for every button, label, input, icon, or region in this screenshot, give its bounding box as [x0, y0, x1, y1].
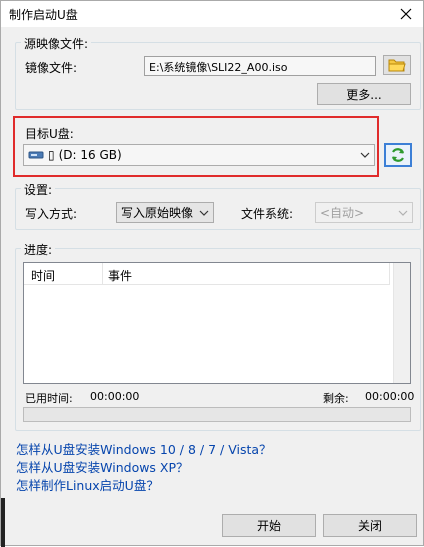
close-icon	[400, 8, 412, 20]
drive-prefix: ▯	[48, 148, 55, 162]
usb-drive-icon	[28, 151, 44, 159]
file-system-select[interactable]: <自动>	[315, 202, 413, 223]
start-button[interactable]: 开始	[222, 514, 316, 537]
image-path-field[interactable]: E:\系统镜像\SLI22_A00.iso	[144, 56, 376, 76]
image-file-label: 镜像文件:	[25, 61, 78, 75]
column-divider[interactable]	[102, 263, 103, 285]
write-mode-select[interactable]: 写入原始映像	[116, 202, 214, 223]
more-button[interactable]: 更多...	[317, 83, 411, 105]
file-system-value: <自动>	[320, 206, 365, 220]
refresh-drives-button[interactable]	[384, 143, 412, 167]
event-log-list[interactable]: 时间 事件	[23, 262, 411, 384]
chevron-down-icon	[199, 210, 209, 216]
target-drive-value: (D: 16 GB)	[58, 148, 122, 162]
window-title: 制作启动U盘	[9, 8, 78, 22]
write-mode-value: 写入原始映像	[121, 206, 194, 220]
dialog-window: 制作启动U盘 源映像文件: 镜像文件: E:\系统镜像\SLI22_A00.is…	[0, 0, 424, 547]
source-image-group-label: 源映像文件:	[21, 35, 92, 52]
browse-image-button[interactable]	[383, 55, 411, 75]
refresh-icon	[391, 148, 405, 162]
help-link-linux-usb[interactable]: 怎样制作Linux启动U盘？	[16, 475, 159, 494]
column-event[interactable]: 事件	[108, 267, 132, 284]
folder-icon	[388, 59, 406, 72]
column-time[interactable]: 时间	[31, 267, 55, 284]
help-link-install-win10[interactable]: 怎样从U盘安装Windows 10 / 8 / 7 / Vista？	[16, 439, 272, 458]
remaining-time-label: 剩余:	[323, 392, 349, 405]
event-log-header: 时间 事件	[24, 263, 390, 285]
elapsed-time-label: 已用时间:	[25, 392, 73, 405]
close-button[interactable]: 关闭	[323, 514, 417, 537]
write-mode-label: 写入方式:	[25, 207, 78, 221]
progress-bar	[23, 407, 411, 422]
background-edge	[1, 498, 5, 547]
remaining-time-value: 00:00:00	[365, 390, 415, 403]
title-bar: 制作启动U盘	[1, 1, 423, 27]
target-drive-select[interactable]: ▯ (D: 16 GB)	[23, 144, 375, 166]
settings-group-label: 设置:	[21, 181, 56, 198]
window-close-button[interactable]	[389, 1, 423, 27]
help-link-install-winxp[interactable]: 怎样从U盘安装Windows XP？	[16, 457, 189, 476]
progress-group-label: 进度:	[21, 241, 56, 258]
elapsed-time-value: 00:00:00	[90, 390, 140, 403]
column-divider[interactable]	[389, 263, 390, 285]
vertical-scrollbar[interactable]	[393, 263, 410, 383]
target-usb-label: 目标U盘:	[25, 127, 74, 141]
chevron-down-icon	[398, 210, 408, 216]
file-system-label: 文件系统:	[241, 207, 294, 221]
chevron-down-icon	[360, 152, 370, 158]
